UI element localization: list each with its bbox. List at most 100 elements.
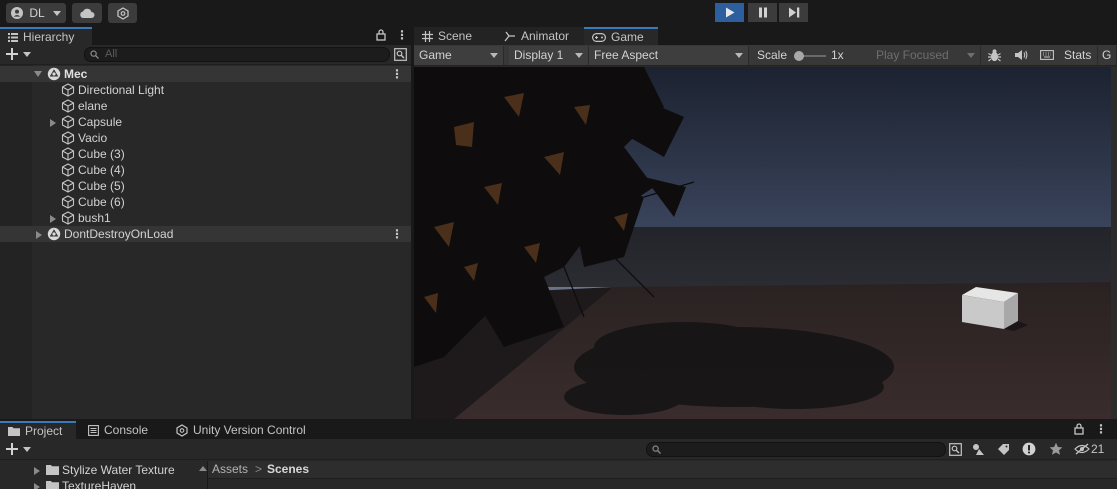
expand-arrow-icon[interactable] (34, 483, 40, 489)
hierarchy-search[interactable]: All (84, 47, 390, 62)
tab-hierarchy[interactable]: Hierarchy (0, 27, 92, 45)
cloud-button[interactable] (72, 3, 102, 23)
play-button[interactable] (715, 3, 744, 22)
label-tag-icon[interactable] (997, 443, 1010, 456)
game-viewport[interactable] (414, 67, 1111, 419)
list-item[interactable]: Cube (4) (0, 162, 411, 178)
play-icon (725, 7, 735, 18)
scroll-up-icon[interactable] (199, 466, 207, 471)
list-item[interactable]: Cube (3) (0, 146, 411, 162)
search-by-type-icon[interactable] (949, 443, 962, 456)
keyboard-icon[interactable] (1040, 50, 1054, 60)
project-toolbar: 21 (0, 439, 1117, 460)
step-button[interactable] (779, 3, 808, 22)
search-placeholder: All (105, 48, 118, 60)
expand-arrow-icon[interactable] (34, 467, 40, 475)
tab-animator-label: Animator (521, 29, 570, 43)
lock-icon[interactable] (376, 29, 386, 41)
scene-visibility-icon[interactable] (394, 48, 407, 61)
list-item[interactable]: Vacio (0, 130, 411, 146)
gameobject-cube-icon (61, 115, 75, 129)
search-icon (90, 50, 99, 59)
gameobject-cube-icon (61, 147, 75, 161)
gameobject-cube-icon (61, 131, 75, 145)
filter-by-type-icon[interactable] (972, 443, 985, 456)
tab-console[interactable]: Console (80, 421, 162, 439)
game-view-toolbar: Game Display 1 Free Aspect Scale 1x Play… (414, 45, 1117, 66)
scene-name: Mec (64, 67, 88, 81)
expand-arrow-icon[interactable] (50, 119, 56, 127)
game-panel: Scene Animator Game Game Display 1 Free … (414, 27, 1117, 419)
play-mode-dropdown[interactable]: Play Focused (871, 46, 981, 65)
list-item[interactable]: Capsule (0, 114, 411, 130)
display-dropdown[interactable]: Display 1 (509, 46, 589, 65)
display-value: Display 1 (514, 48, 564, 62)
lock-icon[interactable] (1074, 423, 1084, 435)
scale-slider-thumb[interactable] (794, 51, 804, 61)
folder-icon (46, 464, 59, 475)
pause-icon (758, 7, 768, 18)
tab-hierarchy-label: Hierarchy (23, 30, 75, 44)
gameobject-cube-icon (61, 179, 75, 193)
expand-arrow-icon[interactable] (36, 231, 42, 239)
create-dropdown[interactable] (6, 443, 32, 457)
stats-label: Stats (1064, 48, 1092, 62)
hidden-packages-toggle[interactable]: 21 (1074, 441, 1114, 457)
expand-arrow-icon[interactable] (34, 71, 42, 77)
plus-icon (6, 443, 18, 455)
gameobject-cube-icon (61, 211, 75, 225)
animator-icon (504, 31, 516, 42)
view-mode-dropdown[interactable]: Game (414, 46, 504, 65)
bug-icon[interactable] (987, 48, 1002, 63)
hierarchy-tabbar: Hierarchy ⋮ (0, 27, 411, 45)
gizmos-label: G (1102, 48, 1112, 62)
folder-tree-item[interactable]: Stylize Water Texture (0, 462, 198, 478)
panel-menu-icon[interactable]: ⋮ (396, 28, 408, 42)
list-item[interactable]: Cube (5) (0, 178, 411, 194)
panel-menu-icon[interactable]: ⋮ (1095, 422, 1107, 436)
gameobject-cube-icon (61, 163, 75, 177)
list-item[interactable]: Directional Light (0, 82, 411, 98)
expand-arrow-icon[interactable] (50, 215, 56, 223)
tab-unity-version-control[interactable]: Unity Version Control (168, 421, 320, 439)
tab-animator[interactable]: Animator (496, 27, 584, 45)
tab-game[interactable]: Game (584, 27, 658, 45)
breadcrumb-item-assets[interactable]: Assets (212, 462, 248, 476)
account-dropdown[interactable]: DL (6, 3, 66, 23)
scene-menu-icon[interactable]: ⋮ (391, 226, 403, 242)
scene-row-dontdestroyonload[interactable]: DontDestroyOnLoad ⋮ (0, 226, 411, 242)
scene-menu-icon[interactable]: ⋮ (391, 66, 403, 82)
gameobject-label: Cube (4) (78, 163, 125, 177)
scale-label: Scale (757, 48, 788, 62)
cloud-icon (79, 8, 95, 19)
gameobject-label: elane (78, 99, 108, 113)
project-search[interactable] (646, 442, 946, 457)
audio-icon[interactable] (1014, 49, 1028, 61)
pause-button[interactable] (748, 3, 777, 22)
scene-row-mec[interactable]: Mec ⋮ (0, 66, 411, 82)
star-favorite-icon[interactable] (1049, 442, 1063, 456)
list-item[interactable]: Cube (6) (0, 194, 411, 210)
scale-slider[interactable] (794, 51, 826, 61)
list-item[interactable]: bush1 (0, 210, 411, 226)
warning-filter-icon[interactable] (1022, 442, 1036, 456)
tab-project[interactable]: Project (0, 421, 76, 439)
folder-tree-item[interactable]: TextureHaven (0, 478, 198, 489)
hierarchy-list: Mec ⋮ Directional Light elane Capsule Va… (0, 65, 411, 419)
version-control-icon (176, 423, 188, 437)
collab-button[interactable] (108, 3, 137, 23)
game-scrollbar[interactable] (1111, 67, 1117, 419)
plus-icon (6, 48, 18, 60)
tab-scene-label: Scene (438, 29, 473, 43)
account-label: DL (29, 6, 45, 20)
game-tabbar: Scene Animator Game (414, 27, 1117, 45)
aspect-dropdown[interactable]: Free Aspect (589, 46, 749, 65)
gizmos-dropdown[interactable]: G (1099, 46, 1117, 65)
breadcrumb-item-scenes[interactable]: Scenes (267, 462, 309, 476)
project-folder-tree: Stylize Water Texture TextureHaven (0, 461, 198, 489)
tab-scene[interactable]: Scene (414, 27, 496, 45)
list-item[interactable]: elane (0, 98, 411, 114)
stats-button[interactable]: Stats (1059, 46, 1098, 65)
project-panel: Project Console Unity Version Control ⋮ (0, 421, 1117, 489)
create-dropdown[interactable] (6, 48, 32, 62)
